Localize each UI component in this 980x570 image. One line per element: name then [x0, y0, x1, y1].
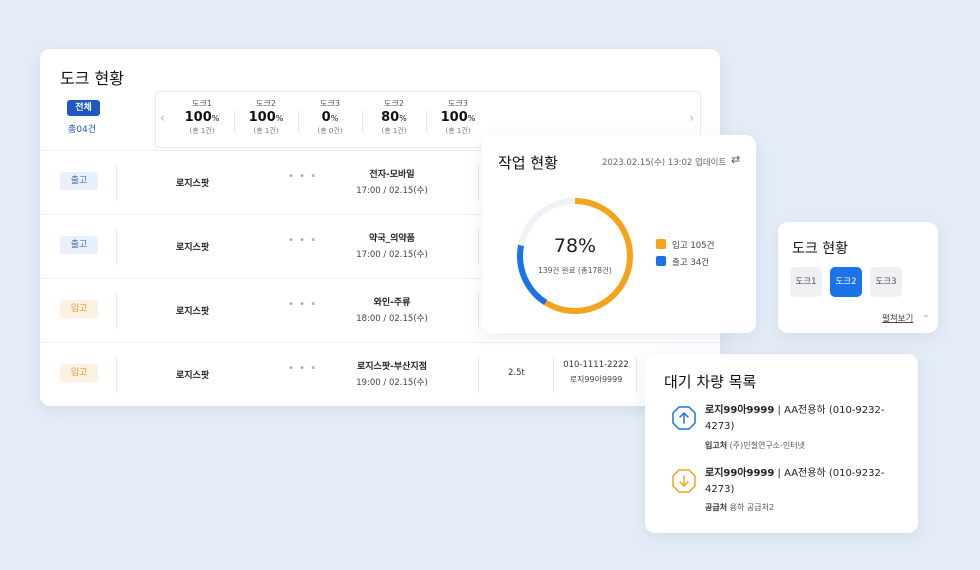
dock-button-2[interactable]: 도크2 [830, 267, 862, 297]
legend-item: 출고 34건 [656, 256, 709, 268]
divider [478, 293, 479, 329]
more-icon[interactable]: • • • [288, 299, 317, 310]
dock-percent: 80 [381, 110, 400, 125]
company-name: 로지스팟 [176, 307, 210, 317]
legend-swatch [656, 256, 666, 266]
progress-percent: 78% [553, 235, 597, 257]
dock-count: (총 1건) [381, 127, 407, 135]
dock-cell[interactable]: 도크1 100% (총 1건) [170, 98, 234, 136]
type-badge: 입고 [60, 300, 98, 318]
dock-selector-panel: 도크 현황 도크1 도크2 도크3 펼쳐보기 ⌄ [778, 222, 938, 333]
cargo-weight: 2.5t [508, 368, 525, 378]
vehicle-source: 공급처 용하 공급처2 [705, 502, 774, 513]
percent-unit: % [399, 114, 407, 123]
dock-button-1[interactable]: 도크1 [790, 267, 822, 297]
percent-unit: % [467, 114, 476, 123]
sub-label: 입고처 [705, 441, 728, 450]
percent-unit: % [211, 114, 220, 123]
divider [553, 357, 554, 393]
dock-count: (총 1건) [445, 127, 471, 135]
vehicle-info[interactable]: 로지99아9999 | AA전용하 (010-9232-4273) [705, 466, 901, 498]
dock-name: 도크3 [320, 99, 340, 108]
legend-label: 입고 105건 [672, 241, 715, 251]
sub-value: (주)민철연구소-인터넷 [727, 441, 806, 450]
waiting-vehicles-panel: 대기 차량 목록 로지99아9999 | AA전용하 (010-9232-427… [645, 354, 918, 533]
dock-cell[interactable]: 도크2 100% (총 1건) [234, 98, 298, 136]
dock-button-3[interactable]: 도크3 [870, 267, 902, 297]
divider [478, 229, 479, 265]
type-badge: 출고 [60, 172, 98, 190]
cargo-time: 17:00 / 02.15(수) [356, 186, 428, 196]
dock-name: 도크2 [256, 99, 276, 108]
cargo-name: 약국_의약품 [369, 234, 415, 244]
type-badge: 출고 [60, 236, 98, 254]
chevron-left-icon[interactable]: ‹ [160, 111, 165, 125]
panel-title: 도크 현황 [60, 69, 124, 88]
cargo-time: 19:00 / 02.15(수) [356, 378, 428, 388]
panel-title: 대기 차량 목록 [664, 373, 757, 391]
dock-count: (총 1건) [253, 127, 279, 135]
company-name: 로지스팟 [176, 371, 210, 381]
all-count: 총04건 [68, 125, 97, 135]
all-filter-button[interactable]: 전체 [67, 100, 100, 116]
legend-label: 출고 34건 [672, 258, 709, 268]
dock-percent: 100 [440, 110, 468, 125]
arrow-down-icon [672, 469, 696, 493]
progress-summary: 139건 완료 (총178건) [538, 266, 612, 275]
company-name: 로지스팟 [176, 179, 210, 189]
dock-name: 도크2 [384, 99, 404, 108]
cargo-time: 17:00 / 02.15(수) [356, 250, 428, 260]
dock-percent: 0 [321, 110, 331, 125]
panel-title: 작업 현황 [498, 154, 558, 172]
divider [116, 229, 117, 265]
company-name: 로지스팟 [176, 243, 210, 253]
vehicle-plate: 로지99아9999 [569, 375, 623, 384]
dock-cell[interactable]: 도크3 0% (총 0건) [298, 98, 362, 136]
refresh-icon[interactable]: ⇄ [731, 153, 740, 166]
driver-phone: 010-1111-2222 [563, 360, 629, 370]
more-icon[interactable]: • • • [288, 363, 317, 374]
percent-unit: % [330, 114, 339, 123]
dock-count: (총 1건) [189, 127, 215, 135]
divider [478, 165, 479, 201]
dock-cell[interactable]: 도크2 80% (총 1건) [362, 98, 426, 136]
dock-name: 도크3 [448, 99, 468, 108]
cargo-name: 로지스팟-부산지점 [357, 362, 427, 372]
table-row[interactable]: 입고 로지스팟 • • • 로지스팟-부산지점 19:00 / 02.15(수)… [40, 343, 720, 406]
dock-percent: 100 [184, 110, 212, 125]
arrow-up-icon [672, 406, 696, 430]
cargo-name: 와인-주류 [373, 298, 411, 308]
cargo-name: 전자-모바일 [369, 170, 415, 180]
more-icon[interactable]: • • • [288, 235, 317, 246]
chevron-right-icon[interactable]: › [689, 111, 694, 125]
sub-label: 공급처 [705, 503, 728, 512]
dock-cell[interactable]: 도크3 100% (총 1건) [426, 98, 490, 136]
divider [636, 357, 637, 393]
percent-unit: % [275, 114, 284, 123]
expand-link[interactable]: 펼쳐보기 [882, 312, 913, 324]
more-icon[interactable]: • • • [288, 171, 317, 182]
dock-percent: 100 [248, 110, 276, 125]
updated-timestamp: 2023.02.15(수) 13:02 업데이트 [602, 158, 727, 168]
vehicle-info[interactable]: 로지99아9999 | AA전용하 (010-9232-4273) [705, 403, 901, 435]
vehicle-plate: 로지99아9999 [705, 405, 775, 416]
sub-value: 용하 공급처2 [727, 503, 775, 512]
cargo-time: 18:00 / 02.15(수) [356, 314, 428, 324]
legend-item: 입고 105건 [656, 239, 714, 251]
divider [116, 165, 117, 201]
divider [478, 357, 479, 393]
work-status-panel: 작업 현황 2023.02.15(수) 13:02 업데이트 ⇄ 78% 139… [482, 135, 756, 333]
divider [116, 357, 117, 393]
legend-swatch [656, 239, 666, 249]
divider [116, 293, 117, 329]
panel-title: 도크 현황 [792, 241, 848, 257]
vehicle-plate: 로지99아9999 [705, 468, 775, 479]
dock-count: (총 0건) [317, 127, 343, 135]
vehicle-destination: 입고처 (주)민철연구소-인터넷 [705, 440, 805, 451]
type-badge: 입고 [60, 364, 98, 382]
chevron-down-icon[interactable]: ⌄ [922, 310, 930, 320]
dock-name: 도크1 [192, 99, 212, 108]
